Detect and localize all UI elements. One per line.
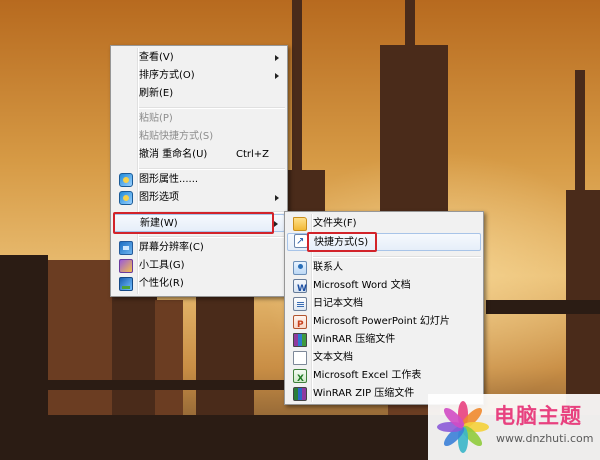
display-icon <box>119 241 133 255</box>
text-doc-icon <box>293 351 307 365</box>
tower-left <box>292 0 302 190</box>
new-excel-item[interactable]: Microsoft Excel 工作表 <box>287 367 481 388</box>
menu-item-label: 个性化(R) <box>139 278 184 289</box>
menu-item-label: 排序方式(O) <box>139 70 195 81</box>
menu-item-view[interactable]: 查看(V) <box>113 49 285 67</box>
menu-separator <box>313 256 481 258</box>
menu-item-graphics-options[interactable]: 图形选项 <box>113 189 285 207</box>
submenu-arrow-icon <box>274 221 278 227</box>
menu-separator <box>139 168 285 170</box>
menu-item-label: Microsoft Excel 工作表 <box>313 370 422 381</box>
submenu-arrow-icon <box>275 195 279 201</box>
personalize-icon <box>119 277 133 291</box>
journal-icon <box>293 297 307 311</box>
submenu-arrow-icon <box>275 55 279 61</box>
folder-icon <box>293 217 307 231</box>
menu-item-undo-rename[interactable]: 撤消 重命名(U) Ctrl+Z <box>113 146 285 164</box>
highlight-box-shortcut <box>307 232 377 252</box>
new-powerpoint-item[interactable]: Microsoft PowerPoint 幻灯片 <box>287 313 481 334</box>
menu-separator <box>139 107 285 109</box>
site-watermark: 电脑主题 www.dnzhuti.com <box>428 394 600 460</box>
graphics-icon <box>119 191 133 205</box>
menu-item-refresh[interactable]: 刷新(E) <box>113 85 285 103</box>
flower-logo-icon <box>432 397 492 457</box>
new-winrar-item[interactable]: WinRAR 压缩文件 <box>287 331 481 349</box>
menu-item-label: WinRAR 压缩文件 <box>313 334 396 345</box>
new-text-doc-item[interactable]: 文本文档 <box>287 349 481 367</box>
new-word-doc-item[interactable]: Microsoft Word 文档 <box>287 277 481 298</box>
menu-item-paste-shortcut[interactable]: 粘贴快捷方式(S) <box>113 128 285 146</box>
menu-item-label: 查看(V) <box>139 52 174 63</box>
excel-icon <box>293 369 307 388</box>
menu-item-label: 文件夹(F) <box>313 218 357 229</box>
menu-item-label: 刷新(E) <box>139 88 174 99</box>
highlight-box-new <box>113 212 274 234</box>
menu-item-label: 图形选项 <box>139 192 179 203</box>
menu-separator <box>139 236 285 238</box>
bridge-deck-left <box>0 380 290 390</box>
desktop-context-menu: 查看(V) 排序方式(O) 刷新(E) 粘贴(P) 粘贴快捷方式(S) 撤消 重… <box>110 45 288 297</box>
new-submenu: 文件夹(F) 快捷方式(S) 联系人 Microsoft Word 文档 日记本… <box>284 211 484 405</box>
menu-item-gadgets[interactable]: 小工具(G) <box>113 257 285 275</box>
desktop-background[interactable]: 查看(V) 排序方式(O) 刷新(E) 粘贴(P) 粘贴快捷方式(S) 撤消 重… <box>0 0 600 460</box>
gadget-icon <box>119 259 133 273</box>
menu-item-label: 联系人 <box>313 262 343 273</box>
watermark-title: 电脑主题 <box>494 404 582 428</box>
menu-item-shortcut: Ctrl+Z <box>235 149 269 160</box>
tower-right <box>575 70 585 200</box>
word-doc-icon <box>293 279 307 298</box>
watermark-url: www.dnzhuti.com <box>496 432 594 445</box>
powerpoint-icon <box>293 315 307 334</box>
new-folder-item[interactable]: 文件夹(F) <box>287 215 481 233</box>
menu-item-label: Microsoft PowerPoint 幻灯片 <box>313 316 450 327</box>
menu-item-label: 图形属性...... <box>139 174 199 185</box>
menu-item-label: 日记本文档 <box>313 298 363 309</box>
winrar-zip-icon <box>293 387 307 401</box>
graphics-icon <box>119 173 133 187</box>
shortcut-icon <box>294 233 308 251</box>
menu-item-label: 撤消 重命名(U) <box>139 149 208 160</box>
submenu-arrow-icon <box>275 73 279 79</box>
menu-item-paste[interactable]: 粘贴(P) <box>113 110 285 128</box>
menu-item-label: 屏幕分辨率(C) <box>139 242 204 253</box>
menu-item-personalize[interactable]: 个性化(R) <box>113 275 285 293</box>
new-journal-item[interactable]: 日记本文档 <box>287 295 481 313</box>
menu-item-label: Microsoft Word 文档 <box>313 280 411 291</box>
menu-item-label: 粘贴(P) <box>139 113 173 124</box>
menu-item-sort-by[interactable]: 排序方式(O) <box>113 67 285 85</box>
menu-item-screen-resolution[interactable]: 屏幕分辨率(C) <box>113 239 285 257</box>
menu-item-label: 文本文档 <box>313 352 353 363</box>
new-contact-item[interactable]: 联系人 <box>287 259 481 277</box>
menu-item-label: 小工具(G) <box>139 260 185 271</box>
menu-item-label: WinRAR ZIP 压缩文件 <box>313 388 415 399</box>
contact-icon <box>293 261 307 275</box>
winrar-icon <box>293 333 307 347</box>
tower-center-body <box>380 45 448 235</box>
bridge-deck-right <box>486 300 600 314</box>
menu-item-label: 粘贴快捷方式(S) <box>139 131 214 142</box>
menu-item-graphics-properties[interactable]: 图形属性...... <box>113 171 285 189</box>
